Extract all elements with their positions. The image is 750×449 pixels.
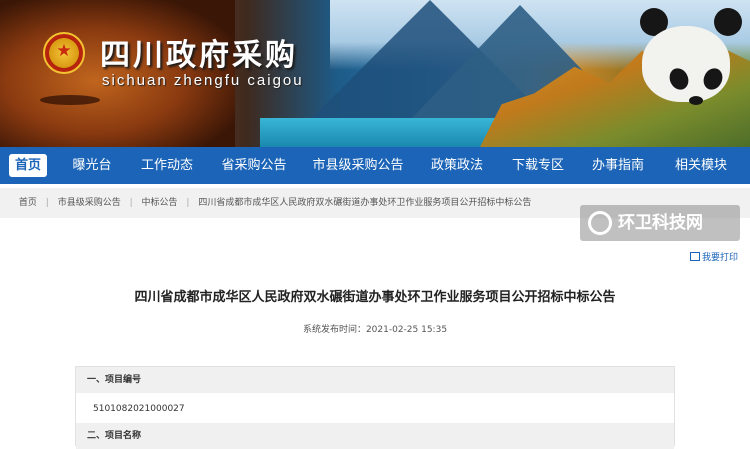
watermark-text: 环卫科技网 (618, 213, 703, 233)
national-emblem-icon (43, 32, 85, 74)
breadcrumb-city-county-notices[interactable]: 市县级采购公告 (58, 188, 121, 218)
breadcrumb-separator: | (186, 198, 190, 208)
section-heading: 二、项目名称 (76, 423, 674, 449)
nav-item-home[interactable]: 首页 (9, 154, 47, 177)
site-logo-title[interactable]: 四川政府采购 (100, 30, 298, 74)
breadcrumb-separator: | (129, 198, 133, 208)
section-heading: 一、项目编号 (76, 367, 674, 393)
main-nav: 首页 曝光台 工作动态 省采购公告 市县级采购公告 政策政法 下载专区 办事指南… (0, 147, 750, 184)
breadcrumb-separator: | (45, 198, 49, 208)
document-title: 四川省成都市成华区人民政府双水碾街道办事处环卫作业服务项目公开招标中标公告 (134, 290, 616, 305)
nav-item-exposure[interactable]: 曝光台 (62, 147, 122, 184)
nav-item-guide[interactable]: 办事指南 (585, 147, 651, 184)
document-body: 一、项目编号 5101082021000027 二、项目名称 (75, 366, 675, 449)
site-logo-subtitle: sichuan zhengfu caigou (102, 72, 304, 89)
nav-item-work-news[interactable]: 工作动态 (134, 147, 200, 184)
watermark-logo-icon (588, 211, 612, 235)
breadcrumb-home[interactable]: 首页 (19, 188, 37, 218)
printer-icon (690, 252, 700, 261)
nav-item-related[interactable]: 相关模块 (665, 147, 737, 184)
project-number-value: 5101082021000027 (93, 404, 185, 414)
header-banner: 四川政府采购 sichuan zhengfu caigou (0, 0, 750, 147)
nav-item-provincial-notices[interactable]: 省采购公告 (214, 147, 294, 184)
publish-time: 系统发布时间：2021-02-25 15:35 (302, 325, 448, 335)
print-label: 我要打印 (702, 253, 739, 263)
panda-image (632, 8, 744, 108)
nav-item-city-county-notices[interactable]: 市县级采购公告 (306, 147, 410, 184)
breadcrumb-award-notices[interactable]: 中标公告 (142, 188, 178, 218)
watermark: 环卫科技网 (580, 205, 740, 241)
nav-item-downloads[interactable]: 下载专区 (505, 147, 571, 184)
breadcrumb-current: 四川省成都市成华区人民政府双水碾街道办事处环卫作业服务项目公开招标中标公告 (198, 198, 532, 208)
print-button[interactable]: 我要打印 (690, 250, 738, 263)
nav-item-policy[interactable]: 政策政法 (424, 147, 490, 184)
